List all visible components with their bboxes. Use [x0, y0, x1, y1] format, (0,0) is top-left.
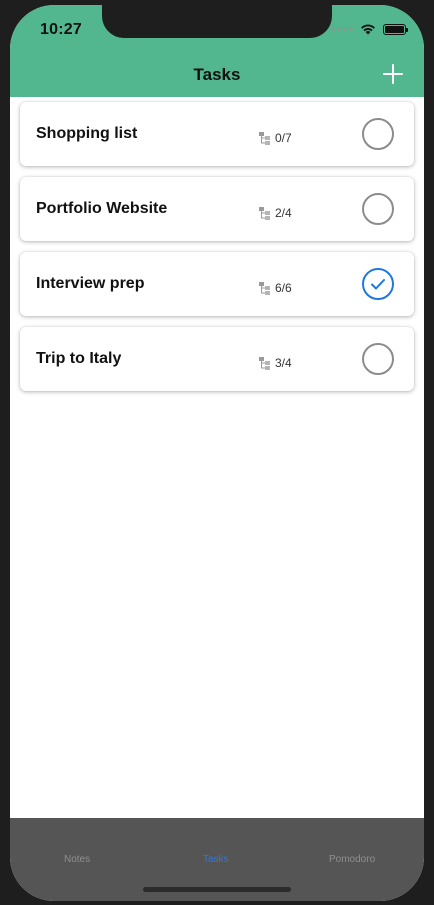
- page-title: Tasks: [193, 65, 241, 84]
- subtask-icon: [259, 282, 270, 295]
- subtask-count-text: 0/7: [275, 131, 292, 145]
- task-title: Trip to Italy: [36, 350, 122, 367]
- tab-tasks[interactable]: Tasks: [203, 854, 229, 865]
- subtask-count-text: 2/4: [275, 206, 292, 220]
- subtask-icon: [259, 357, 270, 370]
- header-bar: 10:27 Tasks: [10, 5, 424, 97]
- phone-screen: 10:27 Tasks Shopping list 0/7 Portfolio …: [10, 5, 424, 901]
- battery-icon: [383, 23, 408, 35]
- complete-toggle[interactable]: [362, 193, 394, 225]
- status-icons: [331, 23, 408, 35]
- cellular-signal-icon: [331, 27, 353, 31]
- subtask-count-text: 3/4: [275, 356, 292, 370]
- task-title: Portfolio Website: [36, 200, 168, 217]
- subtask-count: 6/6: [258, 281, 292, 295]
- task-title: Shopping list: [36, 125, 138, 142]
- status-time: 10:27: [40, 21, 82, 38]
- subtask-count: 0/7: [258, 131, 292, 145]
- home-indicator: [143, 887, 291, 892]
- task-title: Interview prep: [36, 275, 145, 292]
- task-card[interactable]: Interview prep 6/6: [20, 252, 414, 316]
- task-list: Shopping list 0/7 Portfolio Website 2/4 …: [20, 102, 414, 402]
- subtask-count-text: 6/6: [275, 281, 292, 295]
- subtask-icon: [259, 132, 270, 145]
- complete-toggle[interactable]: [362, 118, 394, 150]
- task-card[interactable]: Trip to Italy 3/4: [20, 327, 414, 391]
- subtask-count: 3/4: [258, 356, 292, 370]
- task-card[interactable]: Shopping list 0/7: [20, 102, 414, 166]
- task-card[interactable]: Portfolio Website 2/4: [20, 177, 414, 241]
- tab-notes[interactable]: Notes: [64, 854, 90, 865]
- checkmark-icon: [371, 279, 385, 290]
- subtask-count: 2/4: [258, 206, 292, 220]
- subtask-icon: [259, 207, 270, 220]
- device-notch: [102, 5, 332, 38]
- add-task-button[interactable]: [382, 63, 404, 85]
- complete-toggle[interactable]: [362, 268, 394, 300]
- complete-toggle[interactable]: [362, 343, 394, 375]
- tab-pomodoro[interactable]: Pomodoro: [329, 854, 375, 865]
- tab-bar: Notes Tasks Pomodoro: [10, 818, 424, 901]
- wifi-icon: [361, 24, 375, 35]
